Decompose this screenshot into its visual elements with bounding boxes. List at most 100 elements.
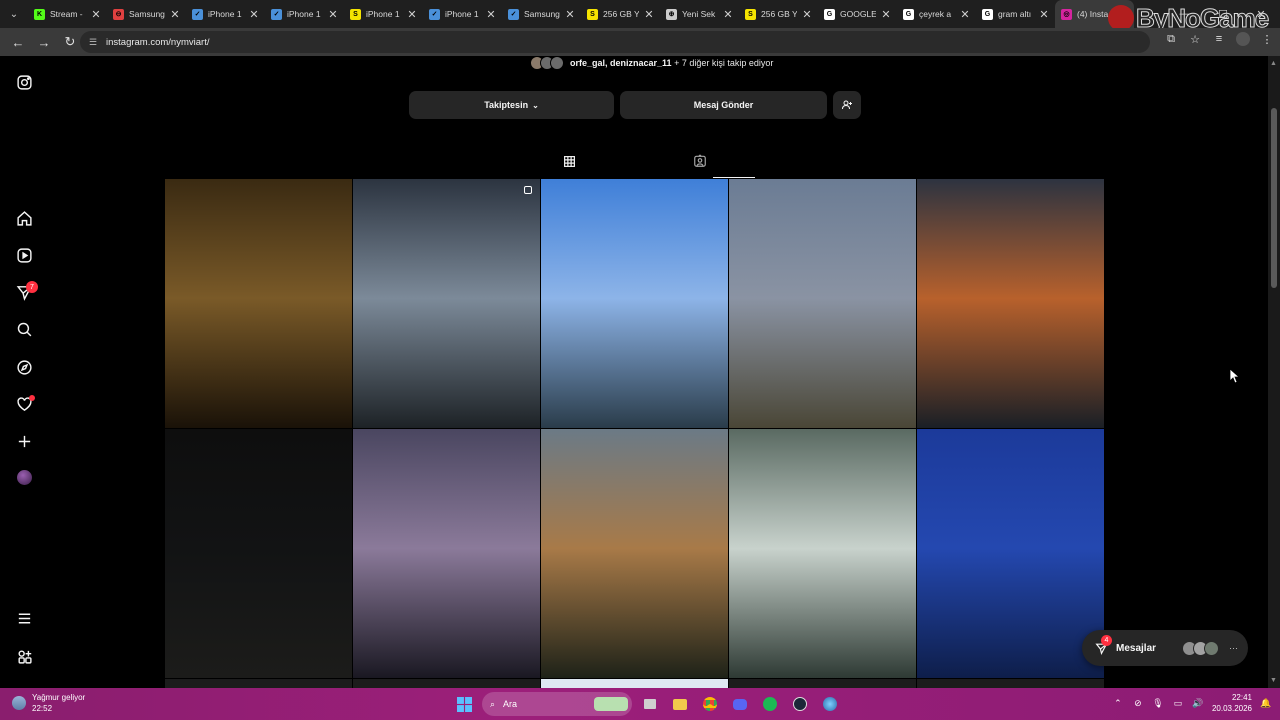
browser-tab[interactable]: ✓ Samsung ✕	[502, 0, 581, 28]
reels-icon[interactable]	[14, 245, 34, 265]
browser-profile-avatar[interactable]	[1236, 32, 1250, 46]
post-thumbnail[interactable]	[165, 179, 352, 428]
url-field[interactable]: ☰ instagram.com/nymviart/	[80, 31, 1150, 53]
tab-close-icon[interactable]: ✕	[960, 8, 970, 21]
globe-app-icon[interactable]	[818, 692, 842, 716]
post-thumbnail[interactable]	[541, 429, 728, 678]
tab-close-icon[interactable]: ✕	[407, 8, 417, 21]
browser-tab[interactable]: Gçeyrek a ✕	[897, 0, 976, 28]
instagram-logo-icon[interactable]	[14, 72, 34, 92]
tab-close-icon[interactable]: ✕	[328, 8, 338, 21]
scroll-thumb[interactable]	[1271, 108, 1277, 288]
post-thumbnail[interactable]	[729, 179, 916, 428]
messages-dock-label: Mesajlar	[1116, 642, 1157, 654]
browser-tab[interactable]: SiPhone 1 ✕	[344, 0, 423, 28]
carousel-icon	[524, 186, 532, 194]
media-controls-icon[interactable]: ≡	[1212, 32, 1226, 46]
tab-close-icon[interactable]: ✕	[802, 8, 812, 21]
meta-apps-icon[interactable]	[14, 646, 34, 666]
browser-tab[interactable]: ✓ iPhone 1 ✕	[186, 0, 265, 28]
reload-icon[interactable]: ↻	[58, 30, 82, 54]
spotify-icon[interactable]	[758, 692, 782, 716]
followed-by-row[interactable]: orfe_gal, deniznacar_11 + 7 diğer kişi t…	[530, 56, 773, 70]
browser-tab[interactable]: Ggram altı ✕	[976, 0, 1055, 28]
post-thumbnail[interactable]	[917, 179, 1104, 428]
profile-avatar-icon[interactable]	[17, 470, 32, 485]
task-view-icon[interactable]	[638, 692, 662, 716]
post-thumbnail[interactable]	[541, 179, 728, 428]
browser-tab[interactable]: ✓ iPhone 1 ✕	[265, 0, 344, 28]
browser-tab[interactable]: S 256 GB Y ✕	[739, 0, 818, 28]
site-info-icon[interactable]: ☰	[88, 37, 98, 47]
tab-close-icon[interactable]: ✕	[170, 8, 180, 21]
send-message-button[interactable]: Mesaj Gönder	[620, 91, 827, 119]
search-icon[interactable]	[14, 319, 34, 339]
post-thumbnail[interactable]	[165, 429, 352, 678]
tab-close-icon[interactable]: ✕	[486, 8, 496, 21]
page-scrollbar[interactable]: ▲ ▼	[1268, 56, 1280, 688]
scroll-down-icon[interactable]: ▼	[1270, 677, 1277, 684]
microphone-icon[interactable]: 🎙	[1152, 697, 1164, 709]
steam-icon[interactable]	[788, 692, 812, 716]
taskbar-search[interactable]: ⌕ Ara	[482, 692, 632, 716]
bookmark-star-icon[interactable]: ☆	[1188, 32, 1202, 46]
install-app-icon[interactable]: ⧉	[1164, 32, 1178, 46]
maximize-icon[interactable]: ☐	[1204, 8, 1242, 21]
tab-favicon-icon: ◎	[1061, 8, 1072, 20]
file-explorer-icon[interactable]	[668, 692, 692, 716]
post-thumbnail[interactable]	[917, 429, 1104, 678]
messages-dock[interactable]: 4 Mesajlar ⋯	[1082, 630, 1248, 666]
post-thumbnail[interactable]	[729, 679, 916, 688]
post-thumbnail[interactable]	[353, 429, 540, 678]
post-thumbnail[interactable]	[353, 679, 540, 688]
volume-icon[interactable]: 🔊	[1192, 697, 1204, 709]
tab-label: Samsung	[129, 9, 165, 19]
network-off-icon[interactable]: ⊘	[1132, 697, 1144, 709]
minimize-icon[interactable]: —	[1166, 8, 1204, 20]
browser-menu-icon[interactable]: ⋮	[1260, 32, 1274, 46]
tray-chevron-icon[interactable]: ⌃	[1112, 697, 1124, 709]
tab-close-icon[interactable]: ✕	[881, 8, 891, 21]
browser-tab[interactable]: K Stream - ✕	[28, 0, 107, 28]
tab-label: iPhone 1	[366, 9, 400, 19]
post-thumbnail[interactable]	[917, 679, 1104, 688]
tab-close-icon[interactable]: ✕	[565, 8, 575, 21]
tab-close-icon[interactable]: ✕	[249, 8, 259, 21]
browser-tab[interactable]: ✓ iPhone 1 ✕	[423, 0, 502, 28]
windows-start-icon[interactable]	[452, 692, 476, 716]
post-thumbnail[interactable]	[729, 429, 916, 678]
tab-search-menu-icon[interactable]: ⌄	[0, 0, 28, 28]
tab-tagged-icon[interactable]	[693, 154, 707, 168]
tab-close-icon[interactable]: ✕	[644, 8, 654, 21]
scroll-up-icon[interactable]: ▲	[1270, 60, 1277, 67]
following-button[interactable]: Takiptesin ⌄	[409, 91, 614, 119]
notification-bell-icon[interactable]: 🔔	[1260, 697, 1272, 709]
home-icon[interactable]	[14, 208, 34, 228]
discord-icon[interactable]	[728, 692, 752, 716]
tab-favicon-icon: G	[824, 8, 835, 20]
browser-tab[interactable]: S 256 GB Y ✕	[581, 0, 660, 28]
tab-close-icon[interactable]: ✕	[1039, 8, 1049, 21]
post-thumbnail[interactable]	[165, 679, 352, 688]
close-window-icon[interactable]: ✕	[1242, 8, 1280, 21]
more-menu-icon[interactable]	[14, 608, 34, 628]
display-icon[interactable]: ▭	[1172, 697, 1184, 709]
browser-tab[interactable]: ⊕ Yeni Sek ✕	[660, 0, 739, 28]
browser-tab[interactable]: ⊖ Samsung ✕	[107, 0, 186, 28]
back-icon[interactable]: ←	[6, 30, 30, 54]
taskbar-clock[interactable]: 22:41 20.03.2026	[1212, 692, 1252, 714]
explore-icon[interactable]	[14, 357, 34, 377]
posts-grid	[165, 179, 1104, 688]
forward-icon[interactable]: →	[32, 30, 56, 54]
tab-close-icon[interactable]: ✕	[723, 8, 733, 21]
post-thumbnail[interactable]	[541, 679, 728, 688]
browser-tab[interactable]: G GOOGLE ✕	[818, 0, 897, 28]
tab-close-icon[interactable]: ✕	[91, 8, 101, 21]
tab-posts-grid-icon[interactable]	[562, 154, 576, 168]
weather-widget[interactable]: Yağmur geliyor 22:52	[12, 692, 85, 714]
suggest-users-button[interactable]	[833, 91, 861, 119]
mutual-rest: + 7 diğer kişi takip ediyor	[674, 58, 774, 68]
chrome-icon[interactable]	[698, 692, 722, 716]
create-icon[interactable]	[14, 431, 34, 451]
post-thumbnail[interactable]	[353, 179, 540, 428]
